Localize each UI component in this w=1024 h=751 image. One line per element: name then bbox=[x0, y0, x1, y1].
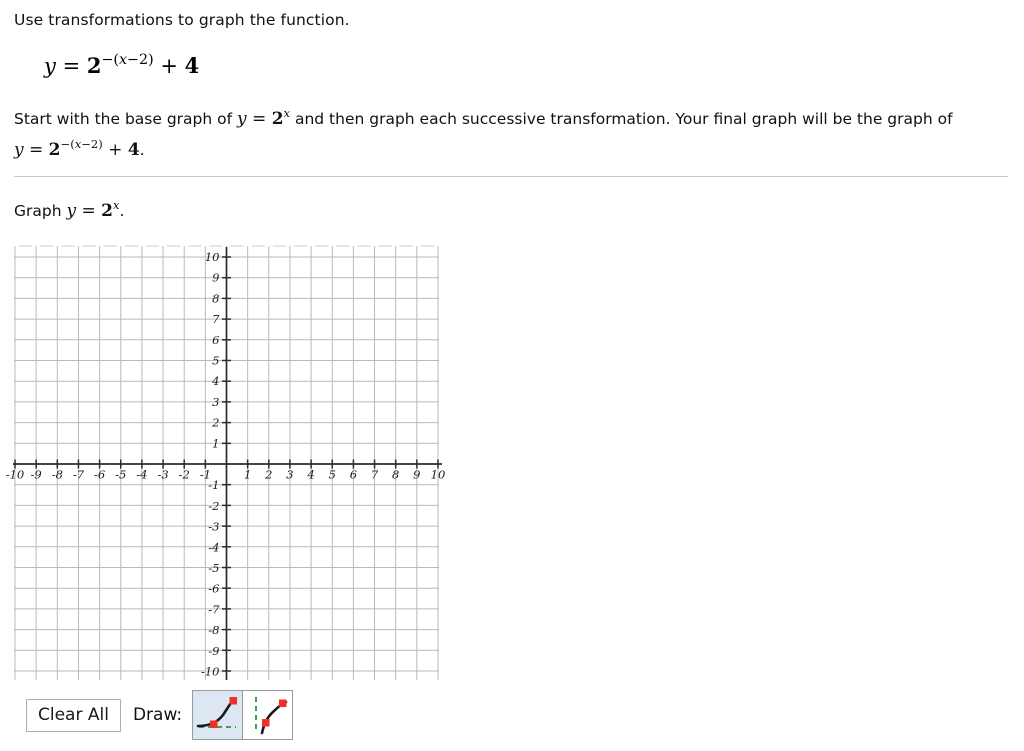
clear-all-button[interactable]: Clear All bbox=[26, 698, 121, 732]
curve-point-icon bbox=[210, 720, 218, 728]
axis-lines bbox=[13, 247, 442, 680]
description-part-1: Start with the base graph of bbox=[14, 110, 238, 129]
curve-point-icon bbox=[262, 719, 270, 727]
x-axis-label: 5 bbox=[329, 468, 336, 482]
y-axis-label: -3 bbox=[208, 520, 219, 534]
x-axis-label: -8 bbox=[52, 468, 63, 482]
drawing-toolbar[interactable]: Clear All Draw: bbox=[26, 690, 294, 740]
x-axis-label: -4 bbox=[136, 468, 147, 482]
x-axis-label: 1 bbox=[244, 468, 251, 482]
inline-equation-final: y = 2−(x−2) + 4 bbox=[14, 137, 140, 161]
logarithmic-curve-icon bbox=[255, 697, 288, 735]
y-axis-label: 9 bbox=[212, 271, 219, 285]
y-axis-label: 10 bbox=[205, 250, 220, 264]
logarithmic-curve-tool[interactable] bbox=[242, 691, 293, 739]
x-axis-label: 7 bbox=[371, 468, 379, 482]
x-axis-labels: -10 -9 -8 -7 -6 -5 -4 -3 -2 -1 1 2 3 4 5 6 7 8 9 10 bbox=[6, 468, 446, 482]
y-axis-label: 2 bbox=[211, 416, 219, 430]
curve-point-icon bbox=[229, 697, 238, 705]
y-axis-label: -1 bbox=[208, 478, 219, 492]
y-axis-label: 3 bbox=[212, 395, 219, 409]
curve-point-icon bbox=[279, 699, 287, 707]
exponential-curve-tool[interactable] bbox=[193, 691, 243, 739]
x-axis-label: -2 bbox=[179, 468, 190, 482]
x-axis-label: -7 bbox=[73, 468, 85, 482]
x-axis-label: -5 bbox=[115, 468, 126, 482]
graph-task-label: Graph y = 2x. bbox=[14, 198, 124, 221]
y-axis-label: 8 bbox=[212, 291, 219, 305]
y-axis-label: -6 bbox=[208, 582, 219, 596]
x-axis-label: 4 bbox=[306, 468, 314, 482]
y-axis-label: 7 bbox=[212, 312, 220, 326]
x-axis-label: 2 bbox=[264, 468, 272, 482]
y-axis-label: -4 bbox=[208, 540, 219, 554]
x-axis-label: 10 bbox=[431, 468, 446, 482]
y-axis-label: -2 bbox=[208, 499, 219, 513]
y-axis-label: 6 bbox=[212, 333, 219, 347]
x-axis-label: -3 bbox=[157, 468, 168, 482]
section-divider bbox=[14, 176, 1008, 177]
instruction-text: Use transformations to graph the functio… bbox=[14, 11, 350, 29]
graph-task-equation: y = 2x bbox=[66, 198, 120, 222]
draw-tool-group[interactable] bbox=[192, 690, 294, 740]
exponential-curve-icon bbox=[196, 697, 238, 728]
x-axis-label: 9 bbox=[413, 468, 420, 482]
description-part-2: and then graph each successive transform… bbox=[290, 110, 953, 129]
graph-task-suffix: . bbox=[119, 202, 125, 221]
page-title: Use transformations to graph the functio… bbox=[14, 10, 350, 30]
coordinate-grid-svg[interactable]: -10 -9 -8 -7 -6 -5 -4 -3 -2 -1 1 2 3 4 5 6 7 8 9 10 1098765… bbox=[0, 243, 460, 683]
inline-equation-base: y = 2x bbox=[237, 106, 291, 130]
graph-task-prefix: Graph bbox=[14, 202, 67, 221]
y-axis-label: -10 bbox=[201, 665, 220, 679]
x-axis-label: -6 bbox=[94, 468, 105, 482]
coordinate-grid[interactable]: -10 -9 -8 -7 -6 -5 -4 -3 -2 -1 1 2 3 4 5 6 7 8 9 10 10 9 8 7 6 5… bbox=[0, 243, 460, 683]
x-axis-label: 8 bbox=[392, 468, 399, 482]
y-axis-label: -5 bbox=[208, 561, 219, 575]
description-part-3: . bbox=[139, 141, 145, 160]
x-axis-label: -10 bbox=[6, 468, 25, 482]
y-axis-label: 4 bbox=[211, 374, 219, 388]
problem-description: Start with the base graph of y = 2x and … bbox=[14, 101, 989, 163]
problem-equation: y = 2−(x−2) + 4 bbox=[44, 52, 200, 78]
x-axis-label: 6 bbox=[350, 468, 357, 482]
x-axis-label: -9 bbox=[31, 468, 42, 482]
y-axis-label: 1 bbox=[212, 436, 219, 450]
y-axis-label: -8 bbox=[208, 623, 219, 637]
x-axis-label: 3 bbox=[286, 468, 293, 482]
y-axis-label: -7 bbox=[208, 602, 220, 616]
draw-label: Draw: bbox=[132, 705, 183, 725]
y-axis-label: -9 bbox=[208, 644, 219, 658]
y-axis-label: 5 bbox=[212, 354, 219, 368]
